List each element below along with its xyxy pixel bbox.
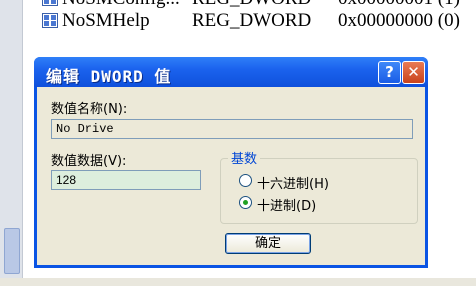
- window-bottom-edge: [0, 278, 476, 286]
- dialog-title: 编辑 DWORD 值: [46, 67, 172, 86]
- help-button[interactable]: ?: [378, 61, 401, 84]
- value-name: NoSMHelp: [62, 10, 150, 31]
- scrollbar-thumb[interactable]: [4, 228, 20, 274]
- dialog-title-bar[interactable]: 编辑 DWORD 值 ? ✕: [34, 57, 428, 87]
- dialog-body: 数值名称(N): No Drive 数值数据(V): 128 基数 十六进制(H…: [37, 87, 425, 265]
- radio-button-hex[interactable]: [239, 174, 252, 187]
- ok-button[interactable]: 确定: [225, 233, 311, 254]
- close-icon: ✕: [407, 63, 420, 81]
- value-type: REG_DWORD: [192, 10, 312, 31]
- value-data: 0x00000000 (0): [338, 10, 460, 31]
- registry-value-icon: [42, 0, 58, 6]
- radio-hex-label: 十六进制(H): [257, 177, 329, 192]
- base-group-title: 基数: [228, 148, 261, 167]
- help-icon: ?: [385, 63, 394, 81]
- radio-button-dec[interactable]: [239, 196, 252, 209]
- edit-dword-dialog: 编辑 DWORD 值 ? ✕ 数值名称(N): No Drive 数值数据(V)…: [34, 57, 428, 268]
- radio-dec-label: 十进制(D): [257, 199, 317, 214]
- value-name-field[interactable]: No Drive: [51, 119, 413, 139]
- left-pane-strip: [0, 0, 23, 286]
- value-type: REG_DWORD: [192, 0, 311, 10]
- registry-value-icon: [42, 13, 58, 28]
- value-data-input[interactable]: 128: [51, 170, 201, 190]
- value-data: 0x00000001 (1): [338, 0, 460, 10]
- value-data-label: 数值数据(V):: [51, 154, 127, 169]
- value-name-label: 数值名称(N):: [51, 102, 128, 117]
- close-button[interactable]: ✕: [402, 61, 425, 84]
- value-name: NoSMConfig...: [62, 0, 180, 10]
